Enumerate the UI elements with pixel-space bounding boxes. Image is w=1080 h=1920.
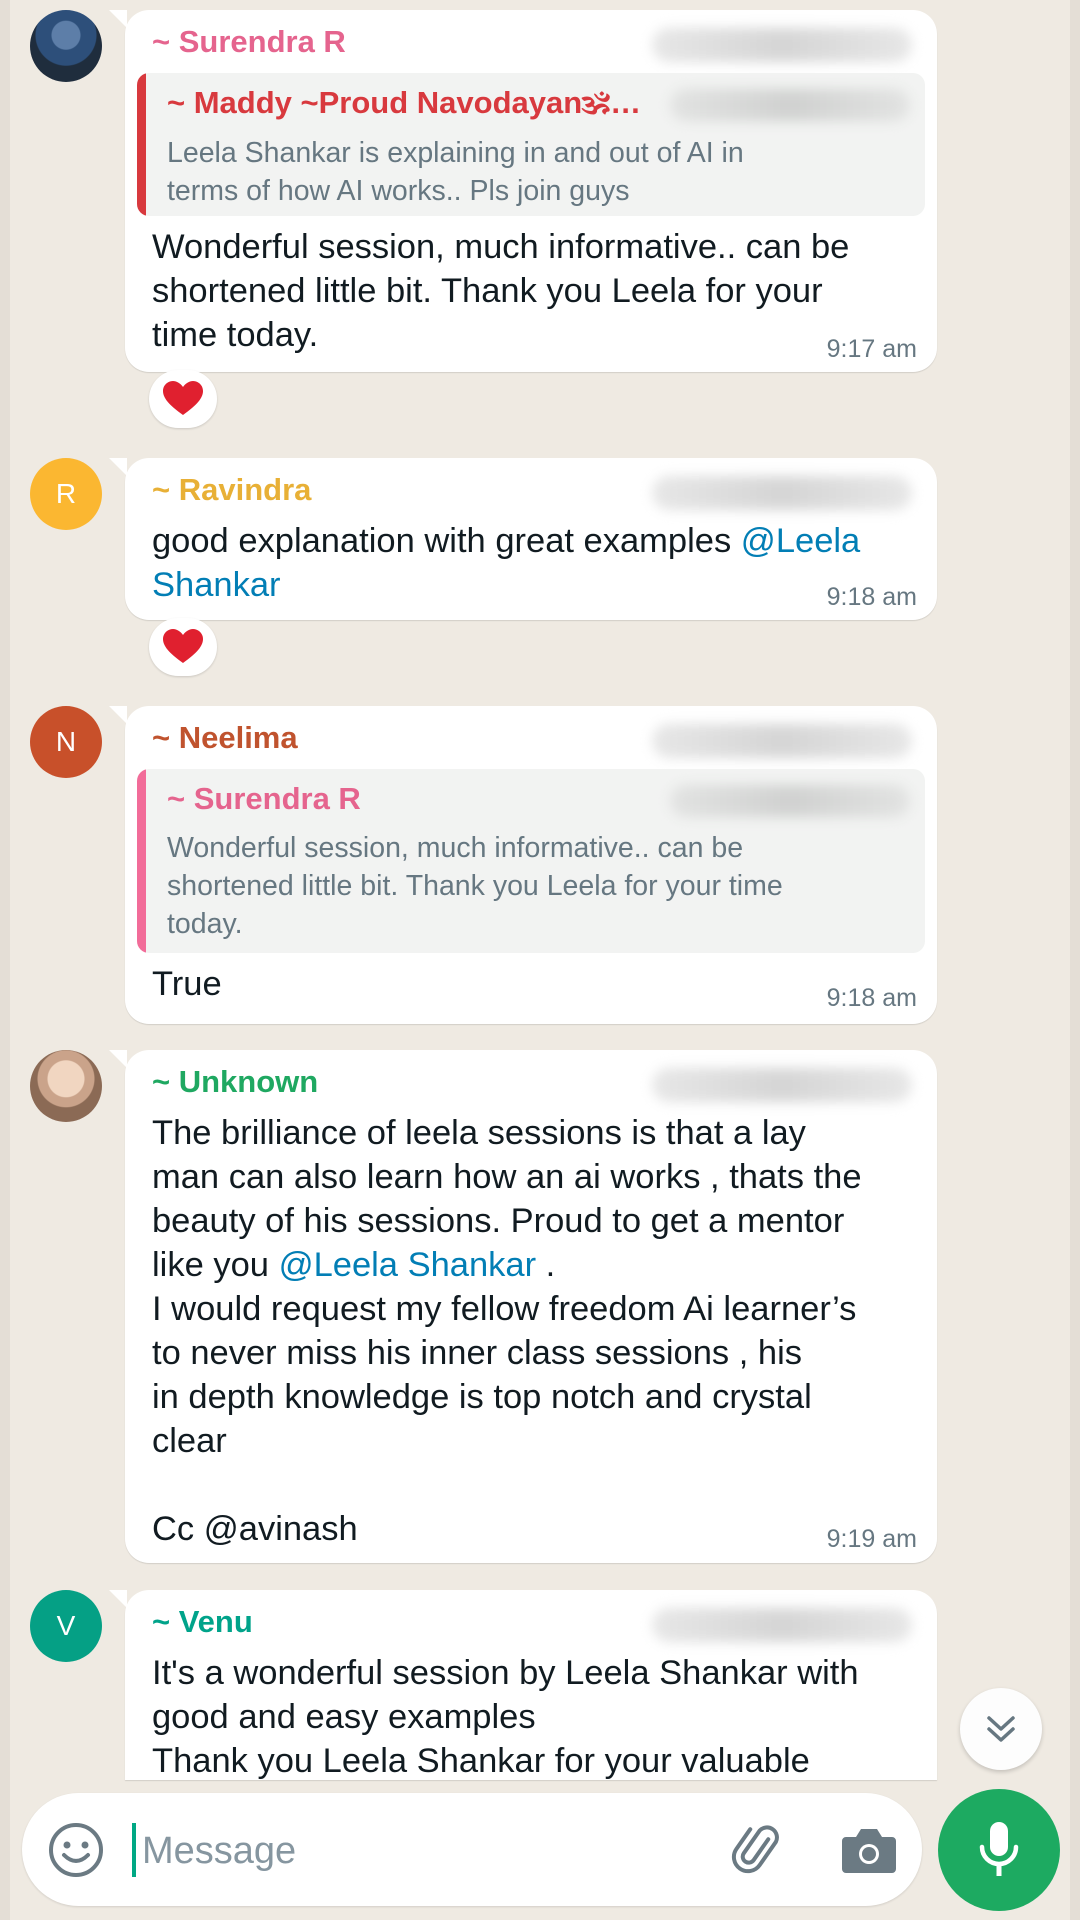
quote-bar [137,769,146,953]
double-chevron-down-icon [987,1716,1015,1742]
avatar-letter: V [56,1610,76,1641]
mention-link[interactable]: @Leela Shankar [279,1246,537,1284]
mic-icon [979,1822,1019,1876]
quoted-message[interactable]: ~ Surendra R Wonderful session, much inf… [137,769,925,953]
reaction-badge[interactable] [149,370,217,428]
bubble-tail [109,1590,127,1608]
quote-sender: ~ Maddy ~Proud Navodayan🕉… [167,85,642,120]
message-text: Wonderful session, much informative.. ca… [152,228,850,354]
message-time: 9:19 am [826,1525,917,1553]
message-text-part: . I would request my fellow freedom Ai l… [152,1246,857,1548]
right-edge [1070,0,1080,1920]
avatar-ravindra[interactable]: R [30,458,102,530]
message-text: It's a wonderful session by Leela Shanka… [152,1654,859,1779]
attach-icon[interactable] [730,1821,788,1879]
quote-bar [137,73,146,216]
blurred-phone-number [652,724,912,758]
bubble-tail [109,10,127,28]
message-bubble-ravindra[interactable]: ~ Ravindra good explanation with great e… [109,458,937,620]
blurred-phone-number [670,785,910,817]
message-time: 9:17 am [826,335,917,363]
reaction-badge[interactable] [149,618,217,676]
avatar-unknown[interactable] [30,1050,102,1122]
message-text-part: good explanation with great examples [152,522,741,560]
blurred-phone-number [652,28,912,62]
bubble-tail [109,706,127,724]
blurred-phone-number [652,476,912,510]
left-edge [0,0,10,1920]
sender-name[interactable]: ~ Surendra R [152,24,346,60]
message-text: The brilliance of leela sessions is that… [152,1111,922,1551]
message-input[interactable] [140,1815,704,1887]
quote-text: Wonderful session, much informative.. ca… [167,832,783,940]
sender-name[interactable]: ~ Unknown [152,1064,318,1100]
message-bubble-surendra[interactable]: ~ Surendra R ~ Maddy ~Proud Navodayan🕉… … [109,10,937,372]
bubble-tail [109,1050,127,1068]
avatar-surendra[interactable] [30,10,102,82]
message-time: 9:18 am [826,583,917,611]
message-bubble-neelima[interactable]: ~ Neelima ~ Surendra R Wonderful session… [109,706,937,1024]
message-text: True [152,965,222,1003]
message-composer [22,1793,922,1906]
avatar-venu[interactable]: V [30,1590,102,1662]
heart-icon [163,381,203,415]
emoji-icon[interactable] [47,1821,105,1879]
text-cursor [132,1823,136,1877]
voice-record-button[interactable] [938,1789,1060,1911]
sender-name[interactable]: ~ Neelima [152,720,298,756]
quoted-message[interactable]: ~ Maddy ~Proud Navodayan🕉… Leela Shankar… [137,73,925,216]
message-time: 9:18 am [826,984,917,1012]
blurred-phone-number [652,1068,912,1102]
heart-icon [163,629,203,663]
blurred-phone-number [652,1608,912,1642]
quote-sender: ~ Surendra R [167,781,361,816]
message-bubble-unknown[interactable]: ~ Unknown The brilliance of leela sessio… [109,1050,937,1563]
sender-name[interactable]: ~ Venu [152,1604,253,1640]
bubble-tail [109,458,127,476]
avatar-neelima[interactable]: N [30,706,102,778]
message-bubble-venu[interactable]: ~ Venu It's a wonderful session by Leela… [109,1590,937,1780]
blurred-phone-number [670,89,910,121]
avatar-letter: N [55,726,77,757]
message-text: good explanation with great examples @Le… [152,519,922,607]
camera-icon[interactable] [840,1823,898,1877]
scroll-to-bottom-button[interactable] [960,1688,1042,1770]
quote-text: Leela Shankar is explaining in and out o… [167,137,744,207]
sender-name[interactable]: ~ Ravindra [152,472,311,508]
avatar-letter: R [55,478,77,509]
